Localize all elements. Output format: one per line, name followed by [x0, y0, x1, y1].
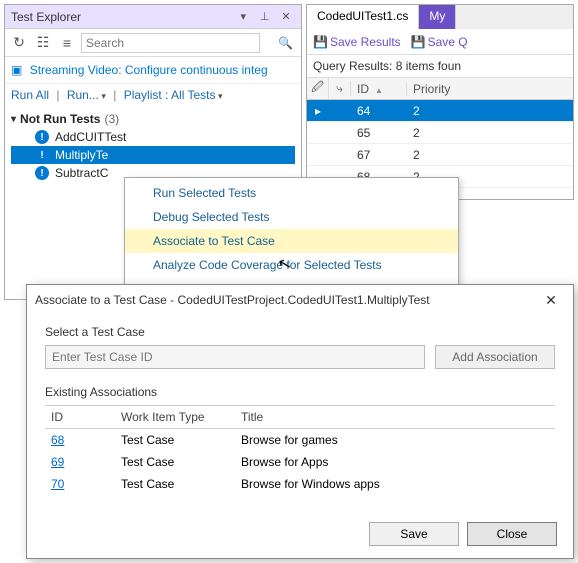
playlist-dropdown[interactable]: Playlist : All Tests — [124, 88, 223, 102]
link-icon-col[interactable]: 🖉 — [307, 78, 329, 99]
close-button[interactable]: Close — [467, 522, 557, 546]
test-explorer-titlebar: Test Explorer ▾ ⊥ ✕ — [5, 5, 301, 29]
search-input[interactable] — [81, 33, 260, 53]
info-icon: ! — [35, 148, 49, 162]
menu-debug-selected[interactable]: Debug Selected Tests — [125, 205, 458, 229]
dialog-buttons: Save Close — [369, 522, 557, 546]
test-tree: ▾ Not Run Tests (3) ! AddCUITTest ! Mult… — [5, 106, 301, 186]
test-name: MultiplyTe — [55, 148, 108, 162]
run-toolbar: Run All | Run... | Playlist : All Tests — [5, 84, 301, 106]
save-icon: 💾 — [411, 35, 426, 49]
assoc-id-link[interactable]: 70 — [45, 473, 115, 495]
pin-icon[interactable]: ⊥ — [256, 8, 274, 26]
cell-priority: 2 — [407, 126, 573, 140]
test-name: AddCUITTest — [55, 130, 126, 144]
col-title-header[interactable]: Title — [235, 406, 555, 429]
assoc-title: Browse for Apps — [235, 451, 555, 473]
query-row[interactable]: 67 2 — [307, 144, 573, 166]
collapse-icon[interactable]: ▾ — [11, 114, 16, 125]
row-indicator: ▸ — [307, 104, 329, 118]
select-test-case-label: Select a Test Case — [45, 325, 555, 339]
id-column-header[interactable]: ID — [351, 82, 407, 96]
search-icon[interactable]: 🔍 — [278, 36, 293, 50]
tab-codeduitest[interactable]: CodedUITest1.cs — [307, 5, 419, 29]
col-type-header[interactable]: Work Item Type — [115, 406, 235, 429]
attach-icon-col[interactable]: ⤷ — [329, 81, 351, 96]
video-icon: ▣ — [11, 63, 22, 77]
save-query-button[interactable]: 💾Save Q — [411, 35, 468, 49]
info-bar[interactable]: ▣ Streaming Video: Configure continuous … — [5, 57, 301, 84]
assoc-title: Browse for games — [235, 429, 555, 452]
assoc-id-link[interactable]: 69 — [45, 451, 115, 473]
table-row[interactable]: 70 Test Case Browse for Windows apps — [45, 473, 555, 495]
test-case-id-input[interactable] — [45, 345, 425, 369]
cell-id: 64 — [351, 104, 407, 118]
cell-priority: 2 — [407, 148, 573, 162]
table-header-row: ID Work Item Type Title — [45, 406, 555, 429]
document-tabs: CodedUITest1.cs My — [307, 5, 573, 29]
table-row[interactable]: 68 Test Case Browse for games — [45, 429, 555, 452]
test-item-selected[interactable]: ! MultiplyTe — [11, 146, 295, 164]
cell-id: 67 — [351, 148, 407, 162]
close-icon[interactable]: ✕ — [537, 289, 565, 311]
dialog-title: Associate to a Test Case - CodedUITestPr… — [35, 293, 537, 307]
info-icon: ! — [35, 130, 49, 144]
menu-associate-test-case[interactable]: Associate to Test Case — [125, 229, 458, 253]
cell-id: 65 — [351, 126, 407, 140]
dialog-titlebar: Associate to a Test Case - CodedUITestPr… — [27, 285, 573, 315]
cell-priority: 2 — [407, 104, 573, 118]
query-status: Query Results: 8 items foun — [307, 55, 573, 78]
test-item[interactable]: ! AddCUITTest — [11, 128, 295, 146]
assoc-title: Browse for Windows apps — [235, 473, 555, 495]
info-icon: ! — [35, 166, 49, 180]
filter-icon[interactable]: ≡ — [57, 33, 77, 53]
query-row[interactable]: 65 2 — [307, 122, 573, 144]
priority-column-header[interactable]: Priority — [407, 82, 573, 96]
search-wrap: 🔍 — [81, 33, 297, 53]
assoc-type: Test Case — [115, 429, 235, 452]
save-icon: 💾 — [313, 35, 328, 49]
dropdown-icon[interactable]: ▾ — [234, 8, 252, 26]
group-label: Not Run Tests — [20, 112, 100, 126]
query-results-panel: CodedUITest1.cs My 💾Save Results 💾Save Q… — [306, 4, 574, 200]
existing-associations-label: Existing Associations — [45, 385, 555, 399]
query-toolbar: 💾Save Results 💾Save Q — [307, 29, 573, 55]
group-count: (3) — [104, 112, 119, 126]
test-explorer-toolbar: ↻ ☷ ≡ 🔍 — [5, 29, 301, 57]
tab-other[interactable]: My — [419, 5, 456, 29]
add-association-button[interactable]: Add Association — [435, 345, 555, 369]
panel-title: Test Explorer — [11, 10, 234, 24]
assoc-id-link[interactable]: 68 — [45, 429, 115, 452]
save-results-button[interactable]: 💾Save Results — [313, 35, 401, 49]
menu-run-selected[interactable]: Run Selected Tests — [125, 181, 458, 205]
run-all-link[interactable]: Run All — [11, 88, 49, 102]
save-button[interactable]: Save — [369, 522, 459, 546]
test-name: SubtractC — [55, 166, 108, 180]
table-row[interactable]: 69 Test Case Browse for Apps — [45, 451, 555, 473]
group-icon[interactable]: ☷ — [33, 33, 53, 53]
run-dropdown[interactable]: Run... — [67, 88, 106, 102]
associate-dialog: Associate to a Test Case - CodedUITestPr… — [26, 284, 574, 559]
tree-group-not-run[interactable]: ▾ Not Run Tests (3) — [11, 110, 295, 128]
close-icon[interactable]: ✕ — [277, 8, 295, 26]
assoc-type: Test Case — [115, 451, 235, 473]
info-link[interactable]: Streaming Video: Configure continuous in… — [30, 63, 268, 77]
refresh-icon[interactable]: ↻ — [9, 33, 29, 53]
query-row[interactable]: ▸ 64 2 — [307, 100, 573, 122]
assoc-type: Test Case — [115, 473, 235, 495]
associations-table: ID Work Item Type Title 68 Test Case Bro… — [45, 405, 555, 495]
query-grid-header: 🖉 ⤷ ID Priority — [307, 78, 573, 100]
menu-analyze-coverage[interactable]: Analyze Code Coverage for Selected Tests — [125, 253, 458, 277]
col-id-header[interactable]: ID — [45, 406, 115, 429]
